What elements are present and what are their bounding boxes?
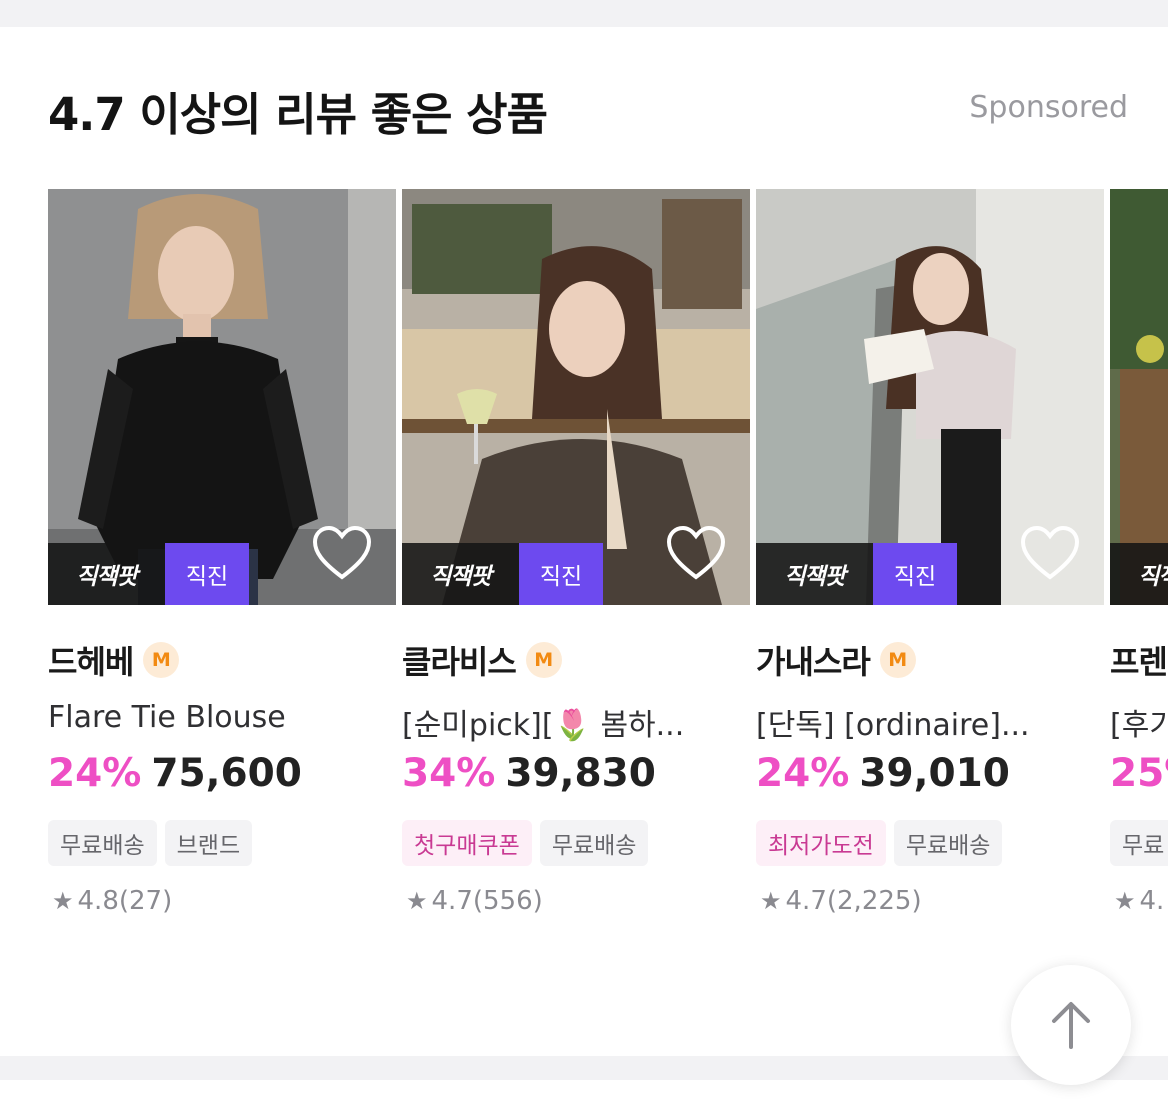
chip-free-shipping: 무료배송 [539, 820, 649, 866]
chip-free-shipping: 무료 [1110, 820, 1168, 866]
chip-lowest-price: 최저가도전 [756, 820, 886, 866]
rating-value: 4.8 [77, 886, 119, 916]
discount-rate: 34% [402, 751, 496, 796]
scroll-to-top-button[interactable] [1011, 965, 1131, 1085]
price-row: 34% 39,830 [402, 751, 656, 796]
brand-row[interactable]: 가내스라 M [756, 637, 916, 683]
brand-name[interactable]: 드헤베 [48, 637, 134, 683]
chip-free-shipping: 무료배송 [893, 820, 1003, 866]
rating-value: 4.7 [431, 886, 473, 916]
sale-price: 75,600 [151, 751, 302, 796]
benefit-chips: 최저가도전 무료배송 [756, 820, 1010, 866]
sale-price: 39,010 [859, 751, 1010, 796]
brand-name[interactable]: 프렌 [1110, 637, 1168, 683]
brand-row[interactable]: 프렌 [1110, 637, 1168, 683]
rating-value: 4. [1139, 886, 1165, 916]
product-image[interactable]: 직잭팟 직진 [756, 189, 1104, 605]
product-carousel[interactable]: 직잭팟 직진 드헤베 M Flare Tie Blouse 24% 75,600 … [48, 189, 1168, 949]
jackpot-badge: 직잭팟 [1110, 543, 1168, 605]
product-name[interactable]: [순미pick][🌷 봄하... [402, 700, 722, 744]
discount-rate: 24% [48, 751, 142, 796]
price-row: 25% [1110, 751, 1168, 796]
product-image[interactable]: 직잭팟 [1110, 189, 1168, 605]
benefit-chips: 첫구매쿠폰 무료배송 [402, 820, 656, 866]
section-title: 4.7 이상의 리뷰 좋은 상품 [48, 88, 548, 141]
product-name[interactable]: [단독] [ordinaire]... [756, 700, 1076, 744]
brand-name[interactable]: 가내스라 [756, 637, 871, 683]
product-card[interactable]: 직잭팟 직진 클라비스 M [순미pick][🌷 봄하... 34% 39,830… [402, 189, 750, 916]
product-card[interactable]: 직잭팟 프렌 [후기 25% 무료 ★ 4. [1110, 189, 1168, 916]
jackpot-badge: 직잭팟 [402, 543, 519, 605]
discount-rate: 25% [1110, 751, 1168, 796]
product-image[interactable]: 직잭팟 직진 [402, 189, 750, 605]
membership-m-icon: M [525, 642, 562, 678]
product-name[interactable]: Flare Tie Blouse [48, 700, 368, 735]
wishlist-heart-icon[interactable] [666, 525, 726, 581]
review-count: (27) [118, 886, 173, 916]
arrow-up-icon [1052, 1002, 1090, 1049]
membership-m-icon: M [143, 642, 180, 678]
jackpot-badge: 직잭팟 [756, 543, 873, 605]
product-card[interactable]: 직잭팟 직진 가내스라 M [단독] [ordinaire]... 24% 39,… [756, 189, 1104, 916]
brand-name[interactable]: 클라비스 [402, 637, 517, 683]
chip-first-purchase-coupon: 첫구매쿠폰 [402, 820, 532, 866]
wishlist-heart-icon[interactable] [312, 525, 372, 581]
review-count: (2,225) [826, 886, 922, 916]
rating-row: ★ 4.8 (27) [52, 886, 172, 916]
price-row: 24% 75,600 [48, 751, 302, 796]
star-icon: ★ [1114, 887, 1136, 915]
jackpot-badge: 직잭팟 [48, 543, 165, 605]
chip-free-shipping: 무료배송 [48, 820, 157, 866]
product-image[interactable]: 직잭팟 직진 [48, 189, 396, 605]
benefit-chips: 무료 [1110, 820, 1168, 866]
rating-row: ★ 4.7 (2,225) [760, 886, 922, 916]
section-divider-bottom [0, 1056, 1168, 1080]
star-icon: ★ [760, 887, 782, 915]
rating-row: ★ 4. [1114, 886, 1164, 916]
sale-price: 39,830 [505, 751, 656, 796]
sponsored-label: Sponsored [969, 90, 1128, 125]
rating-value: 4.7 [785, 886, 827, 916]
brand-row[interactable]: 클라비스 M [402, 637, 562, 683]
price-row: 24% 39,010 [756, 751, 1010, 796]
chip-brand: 브랜드 [164, 820, 253, 866]
brand-row[interactable]: 드헤베 M [48, 637, 180, 683]
star-icon: ★ [406, 887, 428, 915]
direct-badge: 직진 [873, 543, 957, 605]
product-name[interactable]: [후기 [1110, 700, 1168, 744]
benefit-chips: 무료배송 브랜드 [48, 820, 260, 866]
product-card[interactable]: 직잭팟 직진 드헤베 M Flare Tie Blouse 24% 75,600 … [48, 189, 396, 916]
membership-m-icon: M [879, 642, 916, 678]
section-divider-top [0, 0, 1168, 27]
star-icon: ★ [52, 887, 74, 915]
review-count: (556) [472, 886, 543, 916]
discount-rate: 24% [756, 751, 850, 796]
rating-row: ★ 4.7 (556) [406, 886, 543, 916]
direct-badge: 직진 [165, 543, 249, 605]
wishlist-heart-icon[interactable] [1020, 525, 1080, 581]
direct-badge: 직진 [519, 543, 603, 605]
